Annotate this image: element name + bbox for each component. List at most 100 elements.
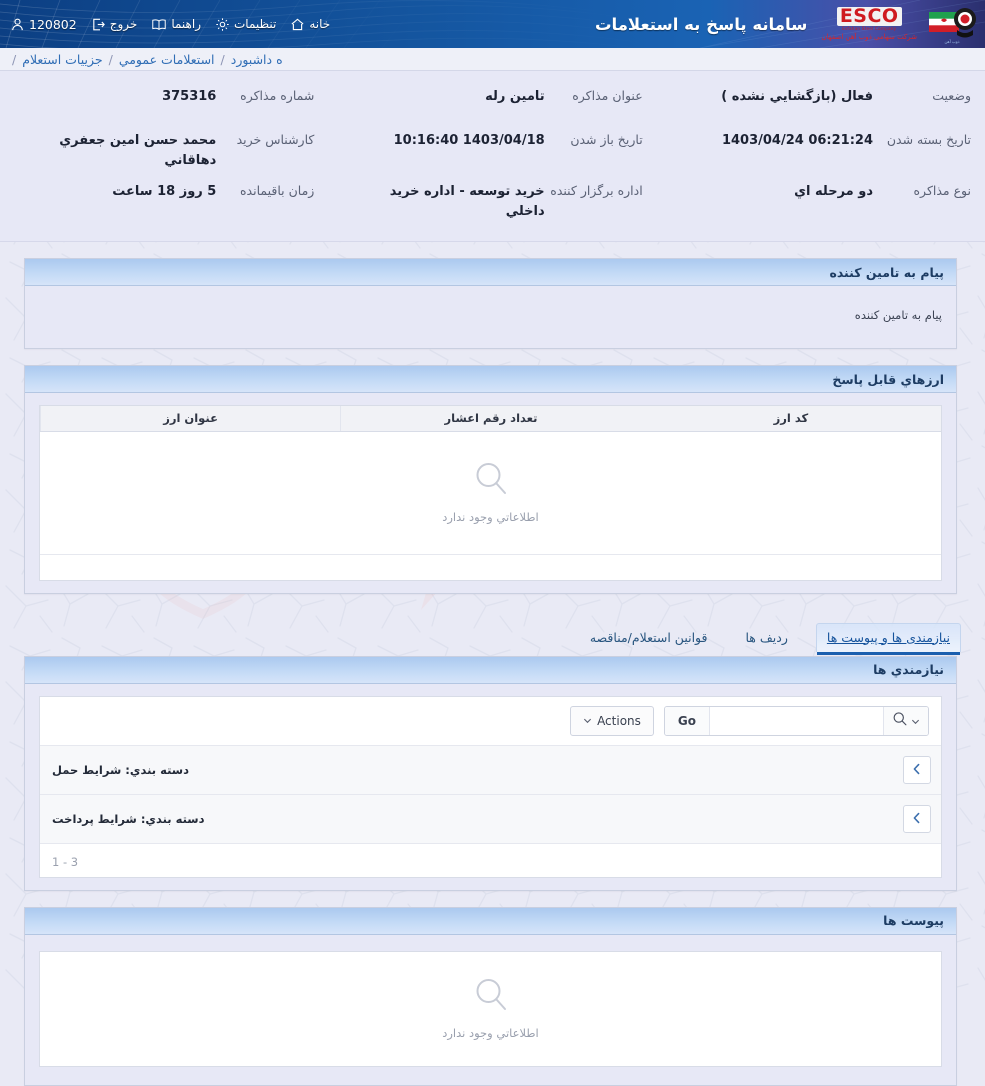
column-header-currency-title[interactable]: عنوان ارز (39, 406, 341, 432)
report-pagination: 1 - 3 (40, 843, 941, 877)
summary-row: تاریخ بسته شدن 1403/04/24 06:21:24 تاریخ… (0, 125, 985, 176)
expand-toggle-button[interactable] (903, 755, 931, 784)
field-value: تامین رله (485, 89, 545, 104)
expand-toggle-button[interactable] (903, 804, 931, 833)
region-body: اطلاعاتي وجود ندارد (25, 935, 956, 1085)
summary-row: نوع مذاکره دو مرحله اي اداره برگزار کنند… (0, 176, 985, 227)
region-body: کد ارز تعداد رقم اعشار عنوان ارز اطلاعات… (25, 393, 956, 593)
column-header-currency-code[interactable]: کد ارز (640, 406, 941, 432)
empty-state-text: اطلاعاتي وجود ندارد (442, 509, 539, 524)
search-icon (476, 462, 506, 494)
home-icon (290, 17, 305, 32)
summary-field-open-date: تاریخ باز شدن 10:16:40 1403/04/18 (328, 125, 656, 176)
brand-zone: ذوب آهن ESCO Esfahan Steel Company شرکت … (595, 2, 977, 46)
esco-wordmark: ESCO (836, 7, 902, 27)
empty-state-text: اطلاعاتي وجود ندارد (442, 1025, 539, 1040)
field-value: 5 روز 18 ساعت (112, 184, 217, 199)
summary-field-remaining-time: زمان باقیمانده 5 روز 18 ساعت (0, 176, 328, 227)
requirement-group-row[interactable]: دسته بندي: شرایط حمل (40, 745, 941, 795)
esco-emblem-icon: ذوب آهن (927, 2, 977, 46)
esco-subtitle-fa: شرکت سهامی ذوب آهن اصفهان (821, 32, 917, 41)
region-title: پیام به تامین کننده (829, 264, 944, 280)
requirement-group-label: دسته بندي: شرایط حمل (52, 762, 189, 777)
requirements-region: نیازمندي ها Go Actions دسته بندي: شرایط … (24, 655, 957, 891)
region-body: پیام به تامین کننده (25, 286, 956, 348)
field-value: فعال (بازگشايي نشده ) (721, 89, 873, 104)
nav-item-home[interactable]: خانه (290, 17, 330, 32)
field-value: خرید توسعه - اداره خرید داخلي (389, 184, 545, 219)
currency-table-card: کد ارز تعداد رقم اعشار عنوان ارز اطلاعات… (39, 405, 942, 581)
pagination-range[interactable]: 1 - 3 (52, 855, 78, 869)
summary-field-buyer: کارشناس خرید محمد حسن امین جعفري دهاقاني (0, 125, 328, 176)
chevron-left-icon (912, 809, 922, 828)
svg-text:ذوب آهن: ذوب آهن (944, 39, 959, 44)
app-title: سامانه پاسخ به استعلامات (594, 14, 808, 34)
search-icon (476, 978, 506, 1010)
tab-inquiry-rules[interactable]: قوانین استعلام/مناقصه (580, 624, 718, 652)
summary-field-organizer: اداره برگزار کننده خرید توسعه - اداره خر… (328, 176, 656, 227)
field-value: دو مرحله اي (794, 184, 873, 199)
go-button[interactable]: Go (664, 706, 710, 735)
field-label: زمان باقیمانده (239, 183, 315, 198)
breadcrumb: ه داشبورد / استعلامات عمومي / جزییات است… (0, 48, 985, 71)
requirement-group-row[interactable]: دسته بندي: شرایط پرداخت (40, 794, 941, 844)
field-value: 1403/04/24 06:21:24 (721, 133, 873, 148)
page-content: وضعیت فعال (بازگشايي نشده ) عنوان مذاکره… (0, 71, 985, 1086)
breadcrumb-item-inquiry-details[interactable]: جزییات استعلام (22, 52, 102, 67)
logout-icon (91, 17, 106, 32)
breadcrumb-separator: / (220, 51, 225, 67)
nav-item-logout[interactable]: خروج (91, 17, 137, 32)
field-label: تاریخ بسته شدن (886, 132, 971, 147)
summary-field-close-date: تاریخ بسته شدن 1403/04/24 06:21:24 (657, 125, 985, 176)
breadcrumb-separator: / (108, 51, 113, 67)
field-label: کارشناس خرید (236, 132, 315, 147)
region-body: Go Actions دسته بندي: شرایط حمل دسته بند… (25, 684, 956, 890)
app-header: ذوب آهن ESCO Esfahan Steel Company شرکت … (0, 0, 985, 48)
user-icon (10, 17, 25, 32)
field-label: اداره برگزار کننده (550, 183, 643, 198)
region-title: پیوست ها (883, 913, 944, 928)
esco-subtitle-en: Esfahan Steel Company (842, 26, 897, 32)
breadcrumb-separator: / (12, 51, 17, 67)
region-title: نیازمندي ها (873, 662, 944, 677)
tab-label: نیازمندی ها و پیوست ها (826, 629, 950, 645)
user-id-label: 120802 (29, 16, 77, 32)
tab-lines[interactable]: ردیف ها (735, 624, 797, 652)
supplier-message-region: پیام به تامین کننده پیام به تامین کننده (24, 258, 957, 349)
breadcrumb-item-dashboard[interactable]: ه داشبورد (231, 52, 283, 67)
breadcrumb-item-public-inquiries[interactable]: استعلامات عمومي (119, 52, 215, 67)
actions-label: Actions (597, 713, 641, 728)
inquiry-summary-panel: وضعیت فعال (بازگشايي نشده ) عنوان مذاکره… (0, 71, 985, 242)
requirement-group-label: دسته بندي: شرایط پرداخت (52, 811, 205, 826)
tab-requirements-attachments[interactable]: نیازمندی ها و پیوست ها (815, 622, 961, 655)
supplier-message-text: پیام به تامین کننده (854, 308, 942, 322)
nav-item-help[interactable]: راهنما (151, 17, 201, 32)
book-icon (151, 17, 167, 32)
attachments-empty-state: اطلاعاتي وجود ندارد (40, 951, 941, 1066)
search-icon (892, 711, 908, 731)
field-value: 375316 (162, 89, 217, 104)
nav-item-user[interactable]: 120802 (10, 17, 77, 32)
requirements-report-card: Go Actions دسته بندي: شرایط حمل دسته بند… (39, 695, 942, 878)
esco-logo: ESCO Esfahan Steel Company شرکت سهامی ذو… (821, 7, 917, 40)
search-column-selector[interactable] (883, 706, 928, 735)
currency-table: کد ارز تعداد رقم اعشار عنوان ارز (39, 406, 941, 432)
actions-button[interactable]: Actions (570, 705, 654, 736)
detail-tabs: نیازمندی ها و پیوست ها ردیف ها قوانین اس… (24, 616, 961, 655)
region-header: نیازمندي ها (25, 656, 956, 684)
summary-field-status: وضعیت فعال (بازگشايي نشده ) (657, 81, 985, 125)
chevron-left-icon (912, 760, 922, 779)
nav-item-settings[interactable]: تنظیمات (215, 17, 276, 32)
summary-field-title: عنوان مذاکره تامین رله (328, 81, 656, 125)
search-input[interactable] (710, 706, 883, 735)
region-title: ارزهاي قابل پاسخ (832, 371, 944, 387)
attachments-region: پیوست ها اطلاعاتي وجود ندارد (24, 906, 957, 1086)
region-header: پیام به تامین کننده (25, 259, 956, 286)
summary-field-number: شماره مذاکره 375316 (0, 81, 328, 125)
header-nav: خانه تنظیمات راهنما خروج 120802 (10, 17, 330, 32)
column-header-decimal-count[interactable]: تعداد رقم اعشار (340, 406, 641, 432)
summary-field-negotiation-type: نوع مذاکره دو مرحله اي (657, 176, 985, 227)
field-label: تاریخ باز شدن (570, 132, 643, 147)
answerable-currencies-region: ارزهاي قابل پاسخ کد ارز تعداد رقم اعشار … (24, 365, 957, 594)
chevron-down-icon (911, 711, 920, 730)
